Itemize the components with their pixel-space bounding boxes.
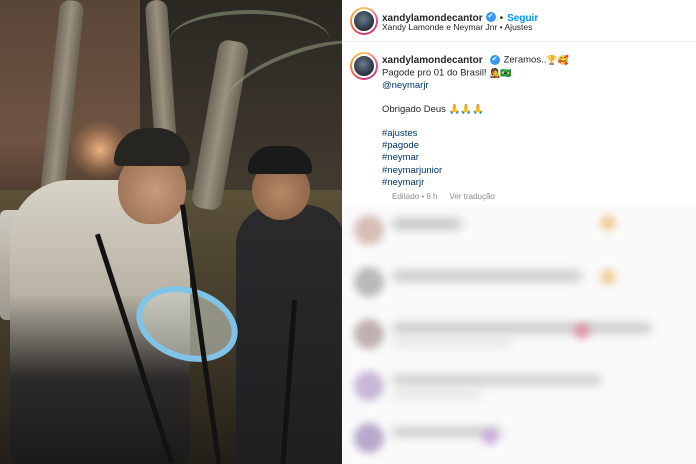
comment-text [392, 391, 482, 399]
comment-avatar [354, 267, 384, 297]
caption-line1: Zeramos.. [503, 54, 547, 66]
comment-text [392, 375, 602, 385]
mention-link[interactable]: @neymarjr [382, 80, 682, 92]
comment-text [392, 271, 582, 281]
edited-timestamp: Editado • 6 h [392, 192, 438, 201]
person-right-cap [248, 146, 312, 174]
comment-emoji [482, 429, 498, 445]
caption-thanks: Obrigado Deus 🙏🙏🙏 [382, 103, 485, 115]
comment-emoji [574, 323, 590, 339]
hashtag-link[interactable]: #neymarjr [382, 177, 682, 189]
verified-badge-icon: ✔ [485, 11, 496, 22]
comment-item[interactable] [342, 309, 696, 359]
post-subtitle[interactable]: Xandy Lamonde e Neymar Jnr • Ajustes [382, 22, 532, 32]
comment-text [392, 339, 512, 347]
comments-list[interactable] [342, 205, 696, 464]
caption-line2: Pagode pro 01 do Brasil! [382, 67, 487, 79]
hashtag-link[interactable]: #pagode [382, 140, 682, 152]
verified-badge-icon: ✔ [489, 55, 500, 66]
comment-avatar [354, 423, 384, 453]
caption-username[interactable]: xandylamondecantor [382, 55, 483, 66]
hashtag-link[interactable]: #ajustes [382, 128, 682, 140]
profile-avatar[interactable] [350, 7, 378, 35]
hashtag-link[interactable]: #neymarjunior [382, 165, 682, 177]
comment-item[interactable] [342, 361, 696, 411]
comment-emoji [600, 269, 616, 285]
trophy-emoji: 🏆🥰 [546, 55, 569, 65]
comment-text [392, 219, 462, 229]
post-meta: Editado • 6 h Ver tradução [392, 192, 507, 201]
comment-avatar [354, 371, 384, 401]
comment-emoji [600, 215, 616, 231]
comment-text [392, 323, 652, 333]
hashtag-link[interactable]: #neymar [382, 152, 682, 164]
comment-item[interactable] [342, 413, 696, 463]
caption-avatar[interactable] [350, 52, 378, 80]
translate-link[interactable]: Ver tradução [450, 192, 495, 201]
post-caption: xandylamondecantor ✔ Zeramos..🏆🥰 Pagode pr… [382, 54, 682, 189]
post-photo[interactable] [0, 0, 342, 464]
post-side-panel: xandylamondecantor ✔ • Seguir Xandy Lamonde… [342, 0, 696, 464]
comment-item[interactable] [342, 205, 696, 255]
comment-avatar [354, 319, 384, 349]
comment-avatar [354, 215, 384, 245]
comment-item[interactable] [342, 257, 696, 307]
singer-flag-emoji: 🧑‍🎤🇧🇷 [489, 67, 512, 78]
post-header: xandylamondecantor ✔ • Seguir Xandy Lamonde… [342, 0, 696, 42]
